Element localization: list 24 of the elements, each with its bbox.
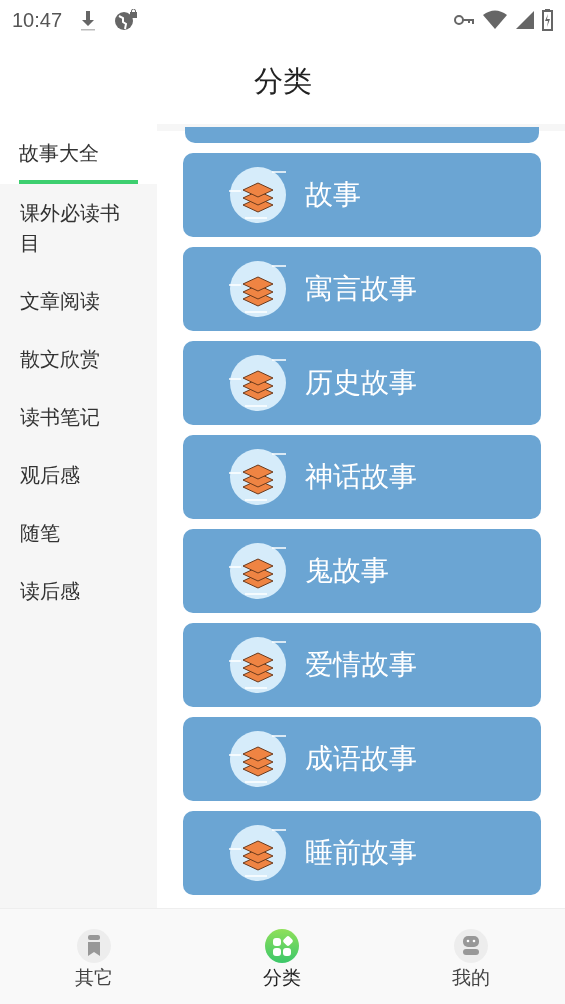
robot-icon xyxy=(453,929,488,963)
nav-tab[interactable]: 其它 xyxy=(0,909,189,1004)
layers-icon xyxy=(227,824,289,882)
layers-icon xyxy=(227,542,289,600)
layers-icon xyxy=(227,636,289,694)
layers-icon xyxy=(227,354,289,412)
nav-tab[interactable]: 分类 xyxy=(188,909,377,1004)
key-icon xyxy=(454,14,474,26)
status-time: 10:47 xyxy=(12,8,63,32)
layers-icon xyxy=(227,448,289,506)
category-card[interactable] xyxy=(185,127,539,143)
battery-icon xyxy=(542,9,553,31)
signal-icon xyxy=(516,11,534,29)
wifi-icon xyxy=(482,10,508,30)
globe-icon xyxy=(114,9,139,31)
bookmark-icon xyxy=(77,929,112,963)
download-icon xyxy=(80,9,97,31)
page-title: 分类 xyxy=(253,63,312,100)
layers-icon xyxy=(227,260,289,318)
layers-icon xyxy=(227,166,289,224)
sidebar-item[interactable]: 故事大全 xyxy=(0,124,157,184)
grid-icon xyxy=(265,929,300,963)
nav-tab[interactable]: 我的 xyxy=(376,909,565,1004)
layers-icon xyxy=(227,730,289,788)
